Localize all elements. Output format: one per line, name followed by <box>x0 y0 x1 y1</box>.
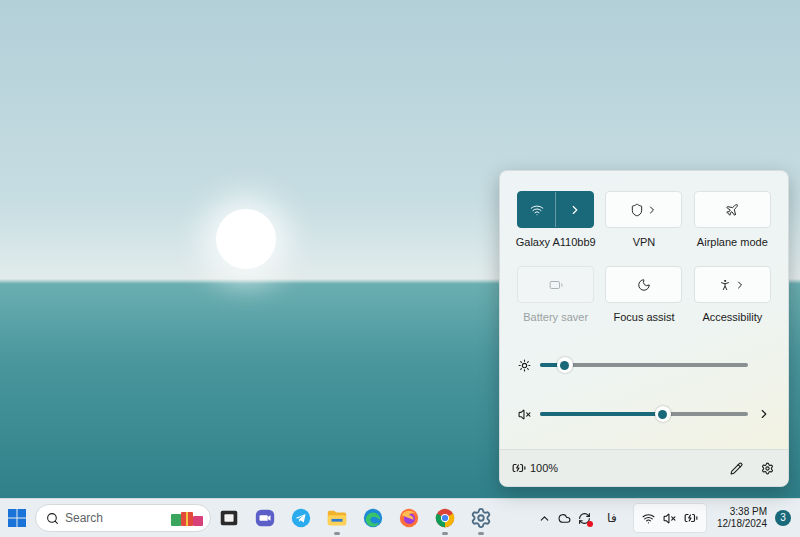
chevron-up-icon <box>538 512 551 525</box>
windows-logo-icon <box>8 509 26 527</box>
taskbar-app[interactable] <box>247 500 283 536</box>
slider-thumb[interactable] <box>655 406 671 422</box>
search-placeholder: Search <box>65 509 164 527</box>
airplane-icon <box>725 203 739 217</box>
brightness-slider <box>517 355 771 375</box>
running-indicator <box>478 532 484 535</box>
taskbar-app[interactable] <box>211 500 247 536</box>
quick-tile[interactable]: Accessibility <box>694 266 771 324</box>
wifi-icon <box>642 512 655 525</box>
folder-icon <box>326 507 348 529</box>
quick-settings-footer: 100% <box>500 449 788 486</box>
battery-status[interactable]: 100% <box>512 460 558 477</box>
battery-charging-icon <box>512 461 526 475</box>
volume-slider <box>517 404 771 424</box>
sun-icon <box>518 359 531 372</box>
taskbar-app[interactable] <box>319 500 355 536</box>
quick-tile[interactable]: Airplane mode <box>694 191 771 249</box>
sun <box>216 209 276 269</box>
clock[interactable]: 3:38 PM12/18/2024 <box>713 506 771 530</box>
quick-tile[interactable]: Galaxy A110bb9 <box>517 191 594 249</box>
language-indicator[interactable]: فا <box>595 509 629 527</box>
pinned-apps <box>211 500 499 536</box>
clock-time: 3:38 PM <box>730 506 767 518</box>
battery-saver-icon <box>549 278 563 292</box>
moon-icon <box>637 278 651 292</box>
system-tray: فا3:38 PM12/18/20243 <box>535 503 791 533</box>
search-box[interactable]: Search <box>35 504 211 532</box>
settings-gear-icon <box>470 507 492 529</box>
taskbar-app[interactable] <box>283 500 319 536</box>
quick-tile[interactable]: Focus assist <box>605 266 682 324</box>
running-indicator <box>442 532 448 535</box>
slider-fill <box>540 412 663 416</box>
taskbar-app[interactable] <box>355 500 391 536</box>
accessibility-icon <box>718 278 732 292</box>
taskbar-app[interactable] <box>463 500 499 536</box>
clock-date: 12/18/2024 <box>717 518 767 530</box>
battery-charging-icon <box>684 511 698 525</box>
slider-track[interactable] <box>540 363 748 367</box>
chrome-icon <box>434 507 456 529</box>
edge-icon <box>362 507 384 529</box>
chevron-right-icon[interactable] <box>734 279 746 291</box>
teams-icon <box>254 507 276 529</box>
slider-track[interactable] <box>540 412 748 416</box>
tile-label: Battery saver <box>523 310 588 324</box>
quick-tile[interactable]: Battery saver <box>517 266 594 324</box>
volume-muted-icon[interactable] <box>518 408 531 421</box>
volume-muted-icon <box>663 512 676 525</box>
pencil-icon[interactable] <box>730 462 743 475</box>
sync-app[interactable] <box>575 512 595 525</box>
search-icon <box>46 512 59 525</box>
battery-percent: 100% <box>530 460 558 477</box>
tile-label: Airplane mode <box>697 235 768 249</box>
notification-badge[interactable]: 3 <box>775 510 791 526</box>
chevron-right-icon[interactable] <box>568 203 582 217</box>
taskbar-app[interactable] <box>391 500 427 536</box>
firefox-icon <box>398 507 420 529</box>
search-highlight-icon <box>170 509 204 527</box>
start-button[interactable] <box>3 502 31 534</box>
screen: Galaxy A110bb9 VPN Airplane mode Battery sa… <box>0 0 800 537</box>
desktop-wallpaper: Galaxy A110bb9 VPN Airplane mode Battery sa… <box>0 0 800 498</box>
tile-label: Focus assist <box>613 310 674 324</box>
tile-label: Accessibility <box>702 310 762 324</box>
taskbar: Searchفا3:38 PM12/18/20243 <box>0 498 800 537</box>
running-indicator <box>334 532 340 535</box>
telegram-icon <box>290 507 312 529</box>
settings-icon[interactable] <box>761 462 774 475</box>
quick-tiles-grid: Galaxy A110bb9 VPN Airplane mode Battery sa… <box>517 191 771 324</box>
quick-tile[interactable]: VPN <box>605 191 682 249</box>
chevron-right-icon[interactable] <box>757 407 771 421</box>
onedrive[interactable] <box>555 512 575 525</box>
quick-settings-panel: Galaxy A110bb9 VPN Airplane mode Battery sa… <box>499 170 789 487</box>
tray-overflow[interactable] <box>535 512 555 525</box>
tile-label: VPN <box>633 235 656 249</box>
slider-thumb[interactable] <box>557 357 573 373</box>
task-view-icon <box>218 507 240 529</box>
shield-icon <box>630 203 644 217</box>
cloud-icon <box>558 512 571 525</box>
wifi-icon <box>530 203 544 217</box>
chevron-right-icon[interactable] <box>646 204 658 216</box>
taskbar-app[interactable] <box>427 500 463 536</box>
tile-label: Galaxy A110bb9 <box>516 235 596 249</box>
quick-settings-button[interactable] <box>633 503 707 533</box>
